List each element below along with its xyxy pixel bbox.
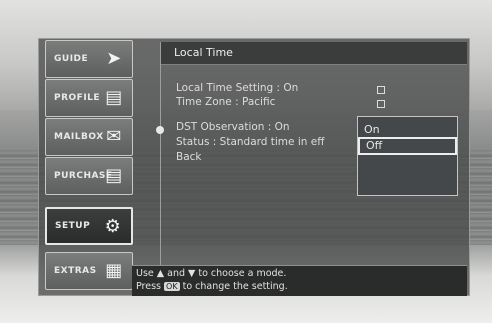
- help-text: and: [167, 268, 185, 279]
- menu-item-label: DST Observation : On: [176, 121, 290, 133]
- menu-item-back[interactable]: Back: [176, 151, 202, 167]
- menu-item-time-zone[interactable]: Time Zone : Pacific: [176, 96, 275, 112]
- option-popup: On Off: [357, 116, 458, 196]
- ok-key-icon: OK: [164, 282, 180, 291]
- sidebar-item-profile[interactable]: PROFILE ▤: [45, 79, 133, 117]
- help-line-2: Press OK to change the setting.: [136, 281, 288, 292]
- help-text: to choose a mode.: [198, 268, 287, 279]
- page-title: Local Time: [174, 46, 233, 59]
- help-footer: Use ▲ and ▼ to choose a mode. Press OK t…: [132, 265, 467, 296]
- setup-tools-icon: ⚙: [104, 216, 122, 237]
- menu-item-status: Status : Standard time in eff: [176, 136, 324, 152]
- menu-item-label: Time Zone : Pacific: [176, 96, 276, 108]
- checkbox-local-time-setting[interactable]: [377, 86, 385, 94]
- menu-item-label: Back: [176, 151, 202, 163]
- help-text: Use: [136, 268, 154, 279]
- arrow-right-icon: ➤: [106, 48, 122, 69]
- sidebar-item-purchase[interactable]: PURCHASE ▤: [45, 157, 133, 195]
- sidebar-item-label: PROFILE: [54, 93, 101, 103]
- arrow-up-icon: ▲: [156, 268, 165, 279]
- purchase-icon: ▤: [105, 165, 123, 186]
- sidebar-item-label: SETUP: [55, 221, 91, 231]
- sidebar-item-label: MAILBOX: [54, 132, 104, 142]
- sidebar-item-label: EXTRAS: [54, 266, 97, 276]
- help-line-1: Use ▲ and ▼ to choose a mode.: [136, 268, 286, 279]
- sidebar-item-label: GUIDE: [54, 54, 89, 64]
- sidebar-item-extras[interactable]: EXTRAS ▦: [45, 252, 133, 290]
- extras-grid-icon: ▦: [105, 260, 123, 281]
- option-off[interactable]: Off: [358, 137, 457, 155]
- arrow-down-icon: ▼: [188, 268, 196, 279]
- profile-card-icon: ▤: [105, 87, 123, 108]
- header-bar: Local Time: [160, 42, 467, 65]
- mailbox-icon: ✉: [106, 126, 122, 147]
- help-text: Press: [136, 281, 162, 292]
- checkbox-time-zone[interactable]: [377, 100, 385, 108]
- sidebar-item-setup[interactable]: SETUP ⚙: [45, 207, 133, 245]
- sidebar-item-guide[interactable]: GUIDE ➤: [45, 40, 133, 78]
- selection-bullet-icon: [156, 126, 164, 134]
- menu-item-dst-observation[interactable]: DST Observation : On: [176, 121, 290, 137]
- sidebar-item-mailbox[interactable]: MAILBOX ✉: [45, 118, 133, 156]
- menu-item-label: Local Time Setting : On: [176, 82, 299, 94]
- menu-item-label: Status : Standard time in eff: [176, 136, 325, 148]
- divider: [160, 42, 161, 267]
- help-text: to change the setting.: [182, 281, 288, 292]
